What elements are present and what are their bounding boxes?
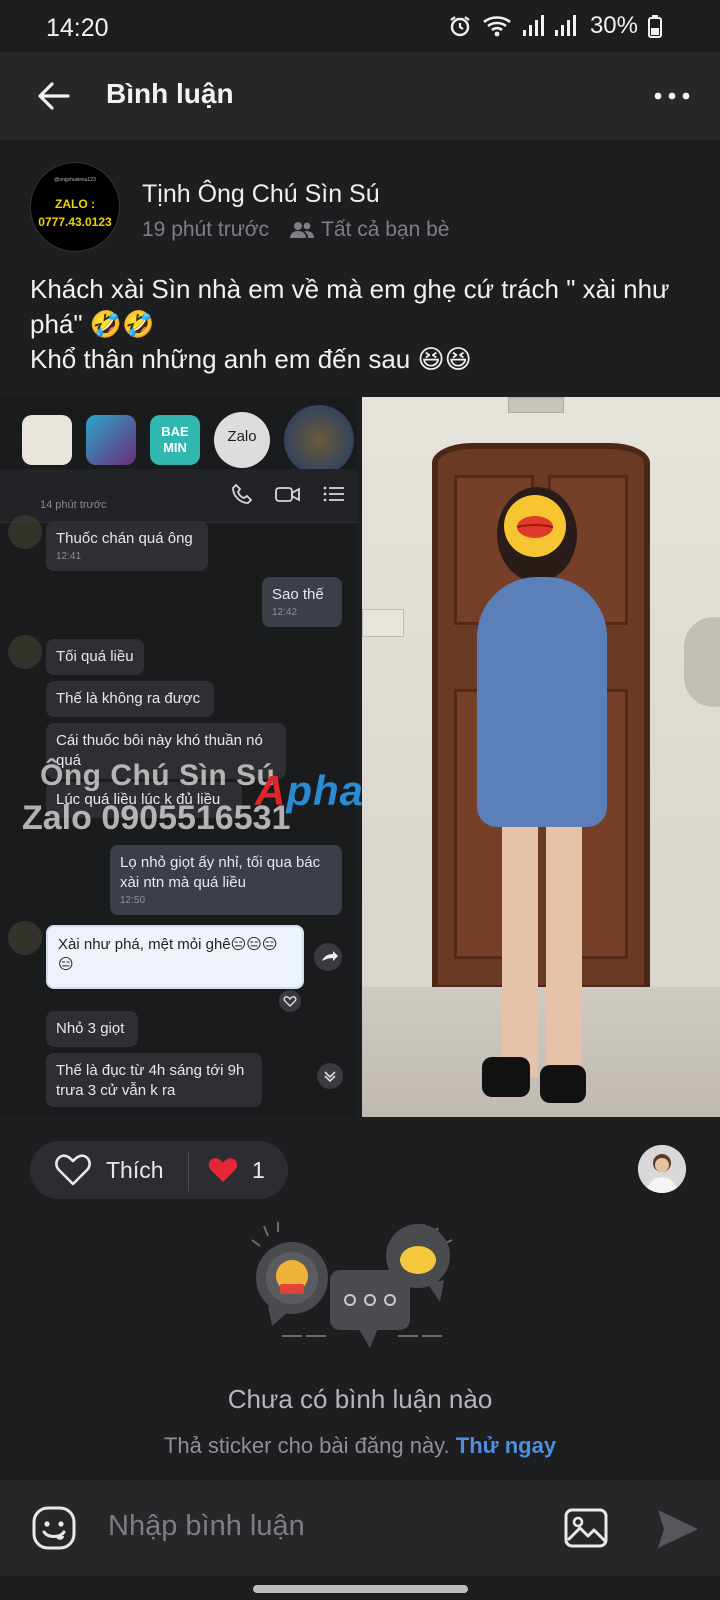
no-comments-illustration (251, 1222, 453, 1348)
chat-actions (231, 483, 345, 505)
reactor-avatar[interactable] (638, 1145, 686, 1193)
chat-message: Thuốc chán quá ông 12:41 (46, 521, 208, 571)
watermark-zalo: Zalo 0905516531 (22, 799, 291, 837)
image-icon[interactable] (562, 1504, 610, 1552)
status-time: 14:20 (46, 14, 109, 42)
chat-avatar (8, 635, 42, 669)
chat-subtitle: 14 phút trước (40, 499, 107, 511)
battery-percent: 30% (589, 12, 638, 39)
app-icon-nopo (22, 415, 72, 465)
heart-outline-icon[interactable] (54, 1153, 92, 1187)
post-time: 19 phút trước (142, 218, 270, 241)
home-indicator (253, 1585, 468, 1593)
person-legs (502, 817, 582, 1077)
chat-avatar (8, 515, 42, 549)
reaction-bar: Thích 1 (30, 1141, 288, 1199)
page-title: Bình luận (106, 78, 234, 109)
divider (188, 1151, 189, 1191)
app-bubble (284, 405, 354, 475)
heart-filled-icon[interactable] (208, 1156, 238, 1184)
wifi-icon (483, 16, 511, 37)
heart-outline-icon (279, 990, 301, 1012)
sandal (482, 1057, 530, 1097)
empty-state-title: Chưa có bình luận nào (227, 1384, 493, 1414)
post-audience: Tất cả bạn bè (321, 218, 450, 241)
chat-message: Thế là đục từ 4h sáng tới 9h trưa 3 cử v… (46, 1053, 262, 1107)
post-meta: 19 phút trước Tất cả bạn bè (142, 218, 449, 242)
empty-state-subtitle: Thả sticker cho bài đăng này. Thử ngay (0, 1433, 720, 1459)
chat-message: Thế là không ra được (46, 681, 214, 717)
more-dots-icon[interactable] (652, 80, 692, 112)
sticker-icon[interactable] (30, 1504, 78, 1552)
send-icon[interactable] (654, 1506, 702, 1552)
app-icon-games (86, 415, 136, 465)
app-icon-baemin: BAE MIN (150, 415, 200, 465)
status-icons: 30% (448, 12, 662, 40)
alarm-icon (450, 16, 470, 37)
signal-icon (522, 15, 544, 36)
person-dress (477, 577, 607, 827)
post-image-photo[interactable] (362, 397, 720, 1117)
post-text-line2: Khổ thân những anh em đến sau 😆😆 (30, 344, 472, 374)
post-image-chat[interactable]: BAE MIN Zalo 14 phút trước Thuốc chán qu… (0, 397, 357, 1117)
video-icon (275, 487, 300, 502)
reaction-count[interactable]: 1 (252, 1157, 265, 1184)
air-vent (508, 397, 564, 413)
chat-message-highlight: Xài như phá, mệt mỏi ghê😑😑😑😑 (46, 925, 304, 989)
kiss-emoji-sticker (504, 495, 566, 557)
avatar-zalo-label: ZALO : (55, 197, 95, 211)
post-text-line1: Khách xài Sìn nhà em về mà em ghẹ cứ trá… (30, 274, 670, 339)
signal-icon-2 (554, 15, 576, 36)
sandal (540, 1065, 586, 1103)
author-avatar[interactable]: @ongchusinsu123 ZALO : 0777.43.0123 (30, 162, 120, 252)
chat-header: 14 phút trước (0, 469, 357, 523)
chat-message-mine: Lọ nhỏ giọt ấy nhỉ, tối qua bác xài ntn … (110, 845, 342, 915)
chat-message: Nhỏ 3 giọt (46, 1011, 138, 1047)
arrow-left-icon[interactable] (32, 74, 76, 118)
try-now-link[interactable]: Thử ngay (456, 1433, 556, 1458)
avatar-phone: 0777.43.0123 (38, 215, 112, 229)
author-name[interactable]: Tịnh Ông Chú Sìn Sú (142, 180, 380, 209)
chat-message: Tối quá liều (46, 639, 144, 675)
status-bar: 14:20 30% (0, 0, 720, 52)
post-header: @ongchusinsu123 ZALO : 0777.43.0123 Tịnh… (0, 140, 720, 392)
phone-icon (232, 483, 253, 504)
friends-icon (290, 222, 315, 238)
chat-avatar (8, 921, 42, 955)
share-icon (314, 943, 342, 971)
comment-composer: Nhập bình luận (0, 1480, 720, 1576)
comment-input[interactable]: Nhập bình luận (108, 1510, 305, 1543)
watermark-name: Ông Chú Sìn Sú (40, 759, 276, 792)
wall-switch (362, 609, 404, 637)
list-icon (323, 486, 344, 502)
image-next-handle[interactable] (684, 617, 720, 707)
empty-state-text: Thả sticker cho bài đăng này. (163, 1433, 450, 1458)
top-app-bar: Bình luận (0, 52, 720, 140)
avatar-handle: @ongchusinsu123 (54, 177, 96, 183)
battery-icon (648, 15, 662, 38)
scroll-down-icon (317, 1063, 343, 1089)
app-icons-row: BAE MIN Zalo (22, 405, 354, 475)
chat-message-mine: Sao thế 12:42 (262, 577, 342, 627)
like-button[interactable]: Thích (106, 1157, 164, 1184)
app-icon-zalo: Zalo (214, 412, 270, 468)
post-body: Khách xài Sìn nhà em về mà em ghẹ cứ trá… (30, 272, 690, 377)
